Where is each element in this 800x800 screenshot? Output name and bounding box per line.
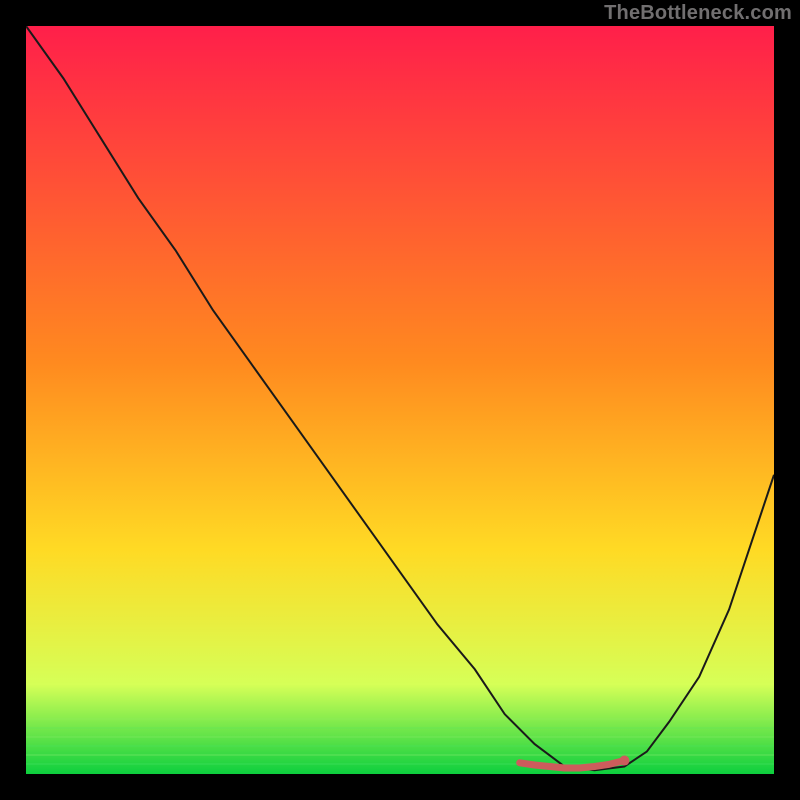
watermark-label: TheBottleneck.com xyxy=(604,2,792,25)
chart-stage: TheBottleneck.com xyxy=(0,0,800,800)
plot-area xyxy=(26,26,774,774)
chart-svg xyxy=(0,0,800,800)
optimal-range-end-dot xyxy=(619,756,629,766)
